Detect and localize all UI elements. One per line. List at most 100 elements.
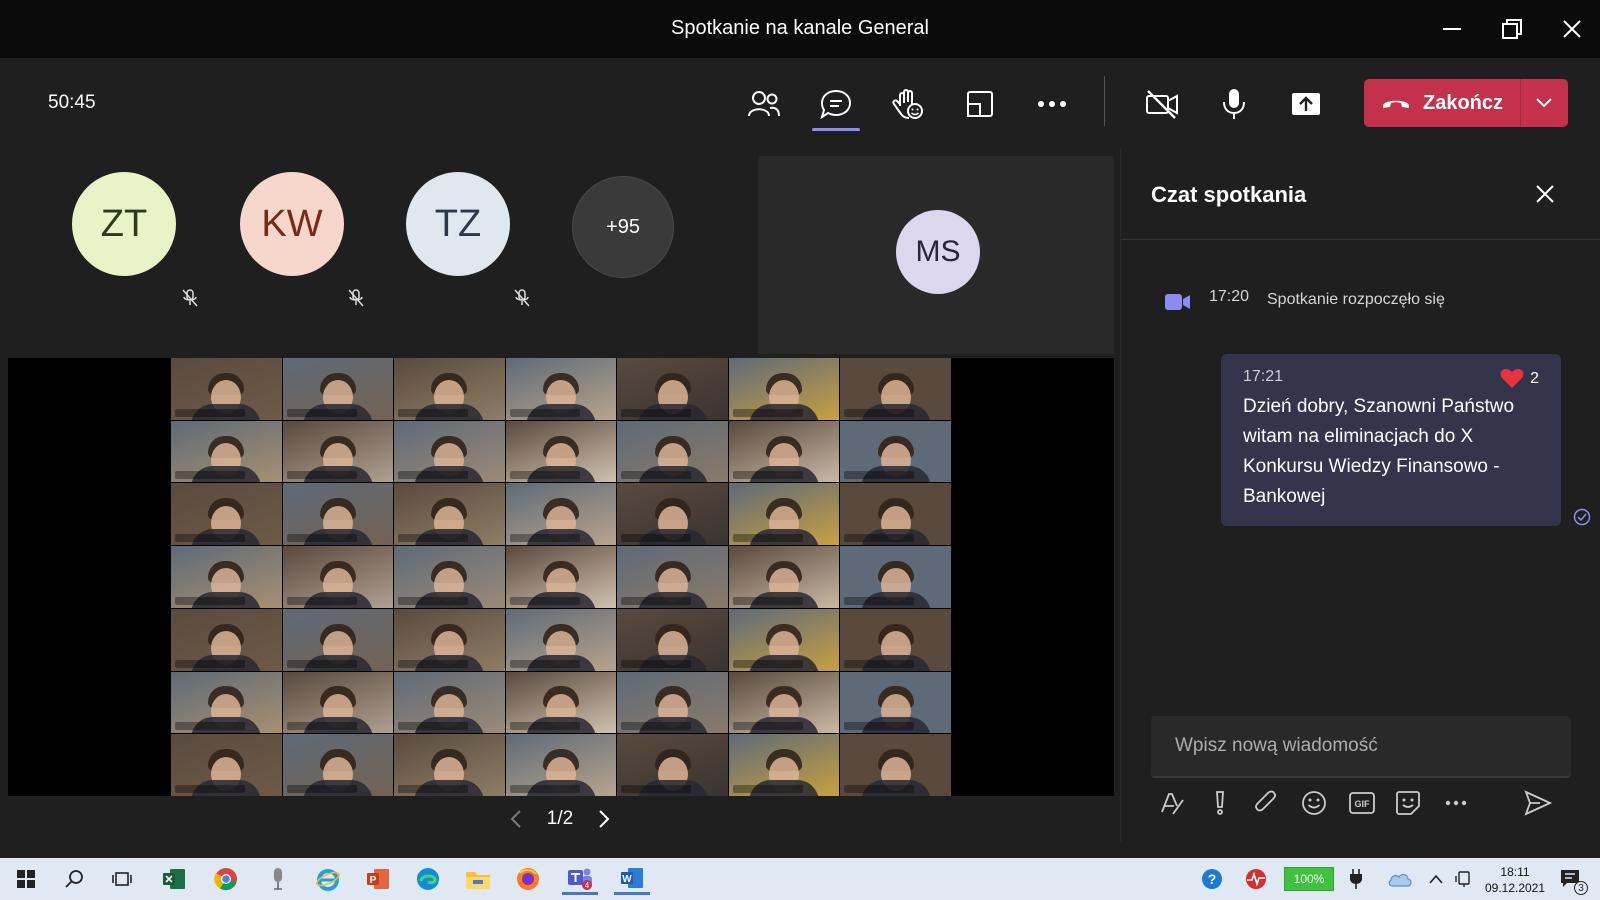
message-text: Dzień dobry, Szanowni Państwo witam na e… [1243, 396, 1515, 507]
task-view-button[interactable] [106, 863, 138, 895]
video-tile-tag [398, 408, 469, 417]
video-tile [171, 734, 282, 796]
video-tile-tag [175, 659, 245, 668]
chevron-left-icon[interactable] [510, 809, 522, 829]
display-tray-button[interactable] [1448, 863, 1480, 895]
more-actions-button[interactable] [1030, 82, 1074, 126]
video-tile [282, 546, 394, 608]
onedrive-tray-button[interactable] [1384, 863, 1416, 895]
participant-avatar[interactable]: ZT [72, 172, 176, 276]
sticker-button[interactable] [1393, 788, 1423, 818]
video-tile [282, 608, 394, 671]
video-tile [728, 546, 840, 608]
svg-text:4: 4 [585, 881, 590, 890]
mic-muted-icon [514, 289, 530, 307]
reactions-button[interactable] [886, 82, 930, 126]
emoji-button[interactable] [1299, 788, 1329, 818]
taskbar-voice-recorder[interactable] [262, 863, 294, 895]
page-indicator: 1/2 [546, 808, 574, 829]
video-tile [617, 734, 728, 796]
compose-box[interactable] [1151, 716, 1571, 778]
start-button[interactable] [10, 863, 42, 895]
video-tile [282, 358, 394, 420]
action-center-button[interactable]: 3 [1552, 863, 1588, 895]
taskbar-chrome[interactable] [210, 863, 242, 895]
mic-muted-icon [182, 289, 198, 307]
gif-button[interactable]: GIF [1347, 788, 1377, 818]
camera-toggle-button[interactable] [1140, 82, 1184, 126]
video-tile-tag [844, 534, 915, 543]
participant-avatar[interactable]: TZ [406, 172, 510, 276]
taskbar-teams[interactable]: 4 [562, 863, 598, 895]
microphone-toggle-button[interactable] [1212, 82, 1256, 126]
reaction-count: 2 [1530, 369, 1539, 387]
taskbar-word[interactable]: W [614, 863, 650, 895]
close-chat-icon[interactable] [1531, 180, 1559, 208]
people-icon [748, 91, 780, 117]
title-bar: Spotkanie na kanale General [0, 0, 1600, 58]
display-icon [1455, 871, 1470, 887]
video-tile-tag [175, 534, 245, 543]
video-tile [617, 546, 728, 608]
send-button[interactable] [1523, 788, 1553, 818]
video-tile-tag [398, 659, 469, 668]
help-tray-button[interactable]: ? [1196, 863, 1228, 895]
system-clock[interactable]: 18:11 09.12.2021 [1480, 864, 1550, 896]
video-tile [617, 420, 728, 483]
share-content-button[interactable] [1284, 82, 1328, 126]
more-options-button[interactable] [1441, 788, 1471, 818]
attach-button[interactable] [1251, 788, 1281, 818]
chat-button[interactable] [814, 82, 858, 126]
participants-button[interactable] [742, 82, 786, 126]
chevron-right-icon[interactable] [598, 809, 610, 829]
chat-message[interactable]: 17:21 2 Dzień dobry, Szanowni Państwo wi… [1221, 354, 1561, 526]
video-tile-tag [621, 534, 692, 543]
close-window-button[interactable] [1552, 12, 1592, 46]
taskbar-excel[interactable] [158, 863, 190, 895]
message-input[interactable] [1151, 716, 1571, 776]
video-tile [394, 734, 505, 796]
end-call-button[interactable]: Zakończ [1364, 79, 1568, 127]
spotlight-tile[interactable]: MS [758, 156, 1114, 354]
video-tile-tag [509, 408, 580, 417]
taskbar-internet-explorer[interactable] [312, 863, 344, 895]
video-tile-tag [509, 596, 580, 605]
important-button[interactable] [1205, 788, 1235, 818]
search-button[interactable] [58, 863, 90, 895]
health-tray-button[interactable] [1240, 863, 1272, 895]
taskbar-file-explorer[interactable] [462, 863, 494, 895]
clock-time: 18:11 [1500, 865, 1530, 879]
shared-video[interactable] [8, 358, 1114, 796]
participant-avatar[interactable]: KW [240, 172, 344, 276]
power-tray-button[interactable] [1340, 863, 1372, 895]
chat-header: Czat spotkania [1121, 148, 1600, 240]
video-tile [617, 358, 728, 420]
end-call-main[interactable]: Zakończ [1364, 79, 1520, 127]
video-tile [282, 483, 394, 546]
video-tile-tag [732, 659, 803, 668]
video-tile-tag [175, 471, 245, 480]
more-participants-button[interactable]: +95 [572, 176, 674, 278]
microphone-icon [1223, 89, 1245, 119]
video-tile [505, 734, 617, 796]
taskbar-powerpoint[interactable]: P [362, 863, 394, 895]
chevron-up-icon [1429, 874, 1443, 884]
view-button[interactable] [958, 82, 1002, 126]
more-icon [1038, 101, 1066, 107]
minimize-button[interactable] [1432, 12, 1472, 46]
video-tile [505, 358, 617, 420]
video-tile [617, 671, 728, 734]
video-tile-tag [844, 659, 915, 668]
video-tile [282, 734, 394, 796]
taskbar-firefox[interactable] [512, 863, 544, 895]
battery-indicator[interactable]: 100% [1284, 867, 1334, 891]
video-tile-tag [621, 596, 692, 605]
end-call-options-button[interactable] [1521, 79, 1567, 127]
video-tile-tag [621, 722, 692, 731]
taskbar-edge[interactable] [412, 863, 444, 895]
maximize-button[interactable] [1492, 12, 1532, 46]
notification-count: 3 [1574, 881, 1588, 895]
format-button[interactable] [1157, 788, 1187, 818]
message-reaction[interactable]: 2 [1500, 368, 1539, 389]
video-tile-tag [175, 596, 245, 605]
